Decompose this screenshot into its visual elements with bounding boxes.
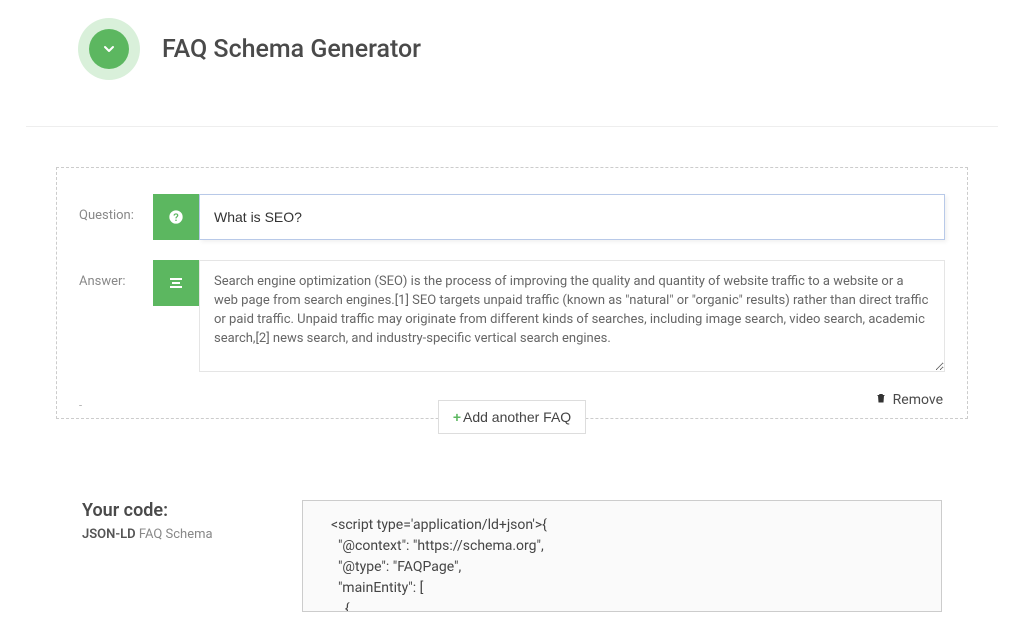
page-header: FAQ Schema Generator [0, 0, 1024, 80]
answer-input[interactable] [199, 260, 945, 372]
code-subheading: JSON-LD FAQ Schema [82, 527, 302, 542]
remove-label: Remove [893, 392, 943, 408]
code-output[interactable]: <script type='application/ld+json'>{ "@c… [302, 500, 942, 612]
code-section: Your code: JSON-LD FAQ Schema <script ty… [82, 500, 942, 612]
add-label: Add another FAQ [463, 409, 571, 425]
question-input[interactable] [199, 194, 945, 240]
chevron-down-icon[interactable] [89, 29, 129, 69]
add-faq-button[interactable]: +Add another FAQ [438, 400, 586, 434]
answer-row: Answer: [79, 260, 945, 372]
resize-hint: - [79, 399, 82, 412]
add-button-row: +Add another FAQ [26, 418, 998, 452]
question-label: Question: [79, 194, 153, 223]
code-heading: Your code: [82, 500, 302, 521]
main-panel: Question: Answer: - Remove +Add [26, 126, 998, 612]
page-title: FAQ Schema Generator [162, 35, 421, 64]
answer-label: Answer: [79, 260, 153, 289]
plus-icon: + [453, 409, 461, 425]
remove-button[interactable]: Remove [875, 392, 945, 418]
faq-item: Question: Answer: - Remove [56, 167, 968, 419]
question-row: Question: [79, 194, 945, 240]
code-heading-block: Your code: JSON-LD FAQ Schema [82, 500, 302, 542]
align-icon [153, 260, 199, 306]
trash-icon [875, 392, 890, 408]
header-icon-outer [78, 18, 140, 80]
question-icon [153, 194, 199, 240]
